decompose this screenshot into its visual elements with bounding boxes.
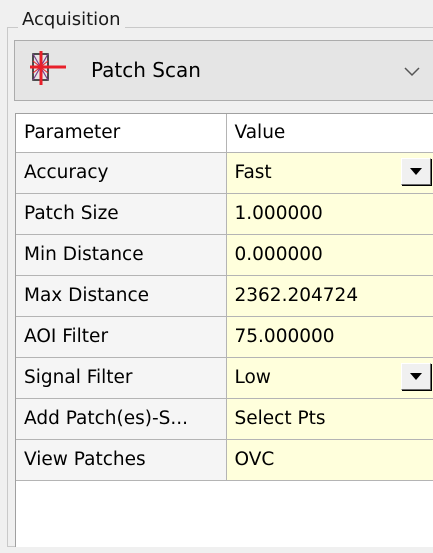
scan-mode-label: Patch Scan — [91, 58, 201, 82]
value-patch-size[interactable]: 1.000000 — [226, 193, 433, 235]
param-max-distance: Max Distance — [16, 275, 227, 317]
dropdown-arrow-icon — [409, 167, 422, 175]
value-accuracy: Fast — [234, 161, 272, 183]
param-add-patches: Add Patch(es)-S... — [16, 398, 227, 440]
column-header-value: Value — [226, 114, 433, 153]
param-view-patches: View Patches — [16, 439, 227, 481]
value-view-patches[interactable]: OVC — [226, 439, 433, 481]
grid-header-row: Parameter Value — [16, 114, 433, 153]
param-accuracy: Accuracy — [16, 152, 227, 194]
value-aoi-filter[interactable]: 75.000000 — [226, 316, 433, 358]
value-min-distance[interactable]: 0.000000 — [226, 234, 433, 276]
table-row: View Patches OVC — [16, 439, 433, 481]
table-row: Patch Size 1.000000 — [16, 193, 433, 235]
column-header-parameter: Parameter — [16, 114, 227, 153]
table-row: Add Patch(es)-S... Select Pts — [16, 398, 433, 440]
parameter-table: Parameter Value Accuracy Fast Patch Size… — [16, 114, 433, 481]
dropdown-arrow-icon — [409, 372, 422, 380]
table-row: Max Distance 2362.204724 — [16, 275, 433, 317]
value-signal-filter-cell[interactable]: Low — [226, 357, 433, 399]
acquisition-panel: Acquisition Patch Scan Parameter Value A… — [0, 0, 433, 553]
param-aoi-filter: AOI Filter — [16, 316, 227, 358]
table-row: Accuracy Fast — [16, 152, 433, 194]
value-max-distance[interactable]: 2362.204724 — [226, 275, 433, 317]
value-signal-filter: Low — [234, 366, 271, 388]
table-row: Signal Filter Low — [16, 357, 433, 399]
param-patch-size: Patch Size — [16, 193, 227, 235]
patch-scan-icon — [28, 49, 68, 89]
accuracy-dropdown-button[interactable] — [400, 157, 431, 185]
parameter-grid: Parameter Value Accuracy Fast Patch Size… — [15, 113, 433, 547]
group-title: Acquisition — [18, 9, 125, 31]
chevron-down-icon — [402, 61, 422, 81]
param-signal-filter: Signal Filter — [16, 357, 227, 399]
scan-mode-dropdown[interactable]: Patch Scan — [14, 40, 433, 101]
signal-filter-dropdown-button[interactable] — [400, 362, 431, 390]
table-row: Min Distance 0.000000 — [16, 234, 433, 276]
value-add-patches[interactable]: Select Pts — [226, 398, 433, 440]
value-accuracy-cell[interactable]: Fast — [226, 152, 433, 194]
table-row: AOI Filter 75.000000 — [16, 316, 433, 358]
param-min-distance: Min Distance — [16, 234, 227, 276]
